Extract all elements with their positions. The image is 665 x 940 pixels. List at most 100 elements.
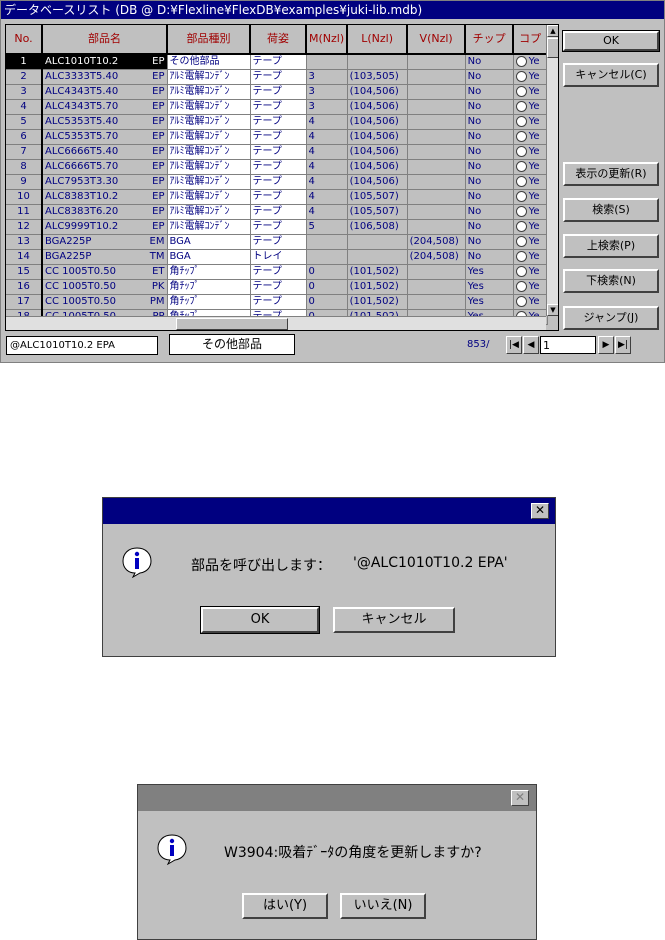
table-row[interactable]: 14 BGA225P TM BGA トレイ (204,508) No Ye	[6, 249, 548, 265]
v-nozzle-cell[interactable]	[407, 189, 466, 205]
column-header-part-kind[interactable]: 部品種別	[167, 25, 251, 55]
copy-cell[interactable]: Ye	[513, 114, 548, 130]
table-row[interactable]: 17 CC 1005T0.50 PM 角ﾁｯﾌﾟ テープ 0 (101,502) Yes Ye	[6, 294, 548, 310]
l-nozzle-cell[interactable]: (101,502)	[347, 264, 408, 280]
row-number[interactable]: 2	[6, 69, 43, 85]
package-cell[interactable]: テープ	[250, 159, 307, 175]
copy-radio[interactable]	[515, 70, 527, 82]
copy-radio[interactable]	[515, 160, 527, 172]
copy-radio[interactable]	[515, 205, 527, 217]
package-cell[interactable]: テープ	[250, 144, 307, 160]
table-row[interactable]: 16 CC 1005T0.50 PK 角ﾁｯﾌﾟ テープ 0 (101,502) Yes Ye	[6, 279, 548, 295]
l-nozzle-cell[interactable]	[347, 234, 408, 250]
l-nozzle-cell[interactable]: (101,502)	[347, 294, 408, 310]
row-number[interactable]: 9	[6, 174, 43, 190]
part-kind-cell[interactable]: その他部品	[167, 54, 251, 70]
part-kind-cell[interactable]: 角ﾁｯﾌﾟ	[167, 264, 251, 280]
part-name-cell[interactable]: BGA225P EM	[42, 234, 168, 250]
part-name-cell[interactable]: ALC6666T5.70 EP	[42, 159, 168, 175]
v-nozzle-cell[interactable]	[407, 69, 466, 85]
part-kind-cell[interactable]: ｱﾙﾐ電解ｺﾝﾃﾞﾝ	[167, 219, 251, 235]
chip-cell[interactable]: No	[465, 99, 514, 115]
search-down-button[interactable]: 下検索(N)	[563, 269, 659, 293]
chip-cell[interactable]: Yes	[465, 264, 514, 280]
chip-cell[interactable]: No	[465, 159, 514, 175]
part-name-cell[interactable]: CC 1005T0.50 PK	[42, 279, 168, 295]
package-cell[interactable]: テープ	[250, 69, 307, 85]
copy-cell[interactable]: Ye	[513, 219, 548, 235]
copy-radio[interactable]	[515, 235, 527, 247]
copy-cell[interactable]: Ye	[513, 84, 548, 100]
m-nozzle-cell[interactable]: 4	[306, 159, 348, 175]
copy-cell[interactable]: Ye	[513, 144, 548, 160]
v-nozzle-cell[interactable]	[407, 174, 466, 190]
table-row[interactable]: 8 ALC6666T5.70 EP ｱﾙﾐ電解ｺﾝﾃﾞﾝ テープ 4 (104,506) No…	[6, 159, 548, 175]
part-kind-cell[interactable]: 角ﾁｯﾌﾟ	[167, 279, 251, 295]
v-nozzle-cell[interactable]	[407, 99, 466, 115]
chip-cell[interactable]: No	[465, 204, 514, 220]
l-nozzle-cell[interactable]: (104,506)	[347, 99, 408, 115]
part-name-cell[interactable]: ALC3333T5.40 EP	[42, 69, 168, 85]
table-row[interactable]: 2 ALC3333T5.40 EP ｱﾙﾐ電解ｺﾝﾃﾞﾝ テープ 3 (103,505) No…	[6, 69, 548, 85]
part-name-cell[interactable]: CC 1005T0.50 ET	[42, 264, 168, 280]
l-nozzle-cell[interactable]: (105,507)	[347, 189, 408, 205]
v-nozzle-cell[interactable]	[407, 204, 466, 220]
copy-radio[interactable]	[515, 295, 527, 307]
next-record-icon[interactable]: ▶	[598, 336, 614, 354]
m-nozzle-cell[interactable]: 4	[306, 189, 348, 205]
copy-radio[interactable]	[515, 265, 527, 277]
chip-cell[interactable]: No	[465, 189, 514, 205]
dialog-ok-button[interactable]: OK	[200, 606, 320, 634]
chip-cell[interactable]: No	[465, 84, 514, 100]
m-nozzle-cell[interactable]: 4	[306, 204, 348, 220]
copy-cell[interactable]: Ye	[513, 264, 548, 280]
copy-radio[interactable]	[515, 250, 527, 262]
chip-cell[interactable]: No	[465, 219, 514, 235]
part-kind-cell[interactable]: ｱﾙﾐ電解ｺﾝﾃﾞﾝ	[167, 84, 251, 100]
copy-radio[interactable]	[515, 115, 527, 127]
search-button[interactable]: 検索(S)	[563, 198, 659, 222]
part-kind-cell[interactable]: ｱﾙﾐ電解ｺﾝﾃﾞﾝ	[167, 204, 251, 220]
row-number[interactable]: 1	[6, 54, 43, 70]
ok-button[interactable]: OK	[562, 30, 660, 52]
part-kind-cell[interactable]: ｱﾙﾐ電解ｺﾝﾃﾞﾝ	[167, 129, 251, 145]
scroll-down-arrow-icon[interactable]: ▼	[547, 304, 558, 316]
chip-cell[interactable]: No	[465, 69, 514, 85]
v-nozzle-cell[interactable]	[407, 159, 466, 175]
part-name-cell[interactable]: ALC4343T5.70 EP	[42, 99, 168, 115]
l-nozzle-cell[interactable]: (104,506)	[347, 159, 408, 175]
l-nozzle-cell[interactable]: (104,506)	[347, 84, 408, 100]
column-header-no[interactable]: No.	[6, 25, 43, 55]
l-nozzle-cell[interactable]: (104,506)	[347, 129, 408, 145]
table-row[interactable]: 4 ALC4343T5.70 EP ｱﾙﾐ電解ｺﾝﾃﾞﾝ テープ 3 (104,506) No…	[6, 99, 548, 115]
l-nozzle-cell[interactable]	[347, 54, 408, 70]
copy-cell[interactable]: Ye	[513, 174, 548, 190]
m-nozzle-cell[interactable]: 0	[306, 264, 348, 280]
part-name-cell[interactable]: CC 1005T0.50 PM	[42, 294, 168, 310]
row-number[interactable]: 3	[6, 84, 43, 100]
chip-cell[interactable]: No	[465, 144, 514, 160]
m-nozzle-cell[interactable]	[306, 234, 348, 250]
copy-cell[interactable]: Ye	[513, 234, 548, 250]
copy-radio[interactable]	[515, 175, 527, 187]
part-kind-cell[interactable]: ｱﾙﾐ電解ｺﾝﾃﾞﾝ	[167, 144, 251, 160]
row-number[interactable]: 15	[6, 264, 43, 280]
chip-cell[interactable]: No	[465, 174, 514, 190]
table-row[interactable]: 9 ALC7953T3.30 EP ｱﾙﾐ電解ｺﾝﾃﾞﾝ テープ 4 (104,506) No…	[6, 174, 548, 190]
table-row[interactable]: 1 ALC1010T10.2 EP その他部品 テープ No Ye	[6, 54, 548, 70]
chip-cell[interactable]: No	[465, 114, 514, 130]
package-cell[interactable]: テープ	[250, 54, 307, 70]
dialog-cancel-button[interactable]: キャンセル	[333, 607, 455, 633]
chip-cell[interactable]: No	[465, 234, 514, 250]
package-cell[interactable]: テープ	[250, 294, 307, 310]
package-cell[interactable]: テープ	[250, 204, 307, 220]
copy-cell[interactable]: Ye	[513, 249, 548, 265]
part-name-cell[interactable]: ALC7953T3.30 EP	[42, 174, 168, 190]
l-nozzle-cell[interactable]: (101,502)	[347, 279, 408, 295]
part-name-cell[interactable]: ALC9999T10.2 EP	[42, 219, 168, 235]
copy-radio[interactable]	[515, 130, 527, 142]
table-row[interactable]: 6 ALC5353T5.70 EP ｱﾙﾐ電解ｺﾝﾃﾞﾝ テープ 4 (104,506) No…	[6, 129, 548, 145]
copy-cell[interactable]: Ye	[513, 99, 548, 115]
copy-radio[interactable]	[515, 85, 527, 97]
part-kind-cell[interactable]: ｱﾙﾐ電解ｺﾝﾃﾞﾝ	[167, 159, 251, 175]
